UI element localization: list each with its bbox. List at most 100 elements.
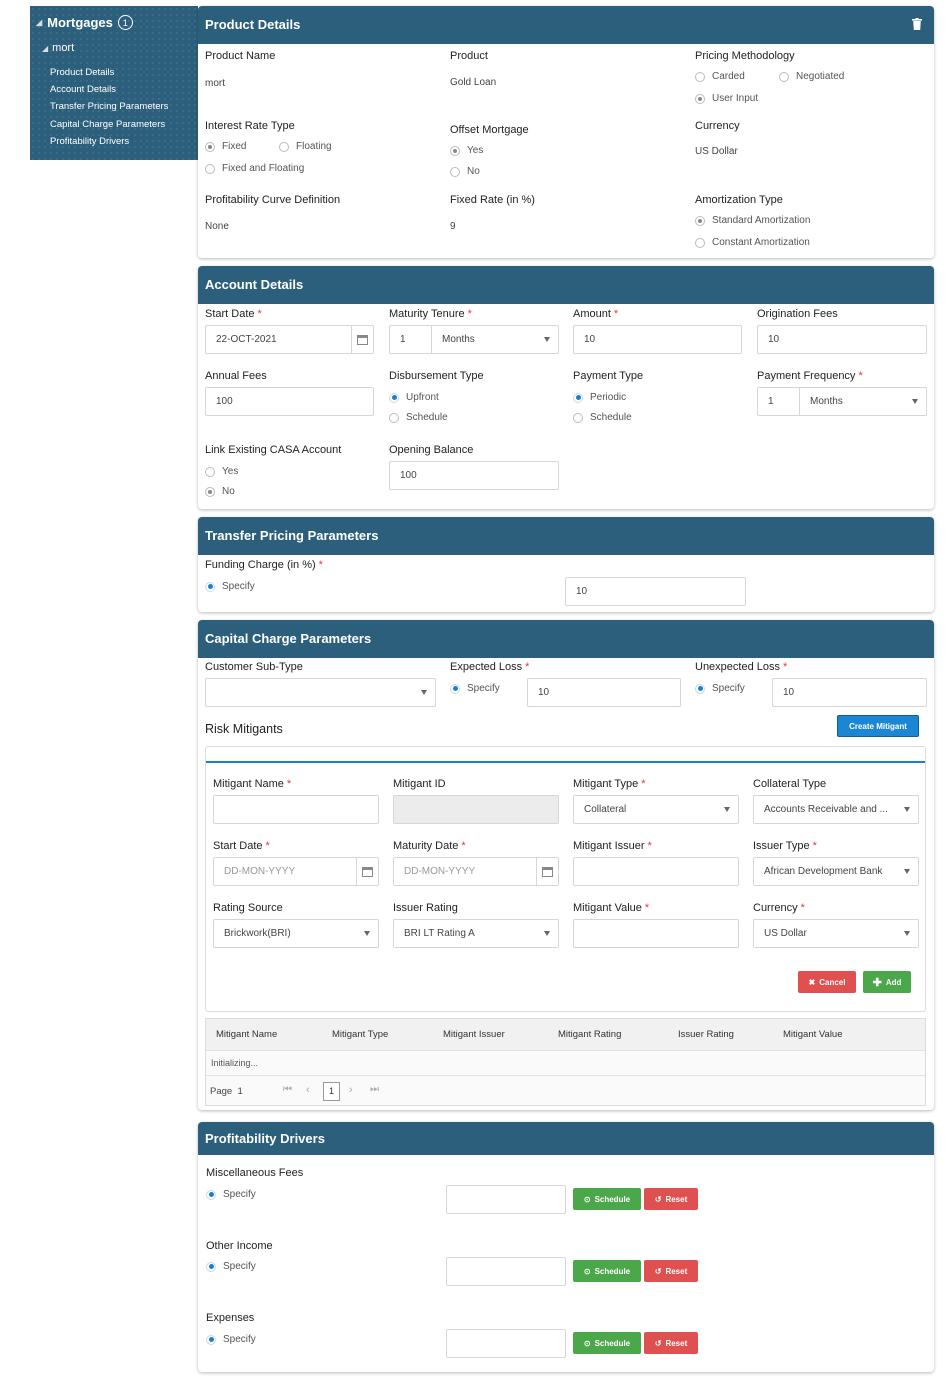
pager-next-icon[interactable]: ›: [349, 1084, 353, 1096]
calendar-icon[interactable]: [356, 858, 378, 885]
offset-no-radio[interactable]: No: [450, 166, 480, 177]
chevron-down-icon[interactable]: [904, 807, 910, 812]
annual-fees-label: Annual Fees: [205, 370, 267, 382]
expenses-schedule-button[interactable]: ⊙ Schedule: [573, 1332, 641, 1354]
nav-link-profitability-drivers[interactable]: Profitability Drivers: [50, 133, 168, 150]
misc-fees-reset-button[interactable]: ↺ Reset: [644, 1188, 698, 1210]
origination-fees-input[interactable]: 10: [757, 325, 927, 354]
disbursement-upfront-radio[interactable]: Upfront: [389, 392, 439, 403]
nav-sub-label: mort: [52, 42, 75, 54]
other-income-schedule-button[interactable]: ⊙ Schedule: [573, 1260, 641, 1282]
annual-fees-input[interactable]: 100: [205, 387, 374, 416]
collateral-type-select[interactable]: Accounts Receivable and ...: [753, 795, 919, 824]
nav-sub-item[interactable]: ◢ mort: [42, 42, 74, 54]
other-income-input[interactable]: [446, 1257, 566, 1286]
interest-fixed-radio[interactable]: Fixed: [205, 141, 246, 152]
chevron-down-icon[interactable]: [904, 869, 910, 874]
mitigant-currency-select[interactable]: US Dollar: [753, 919, 919, 948]
issuer-rating-select[interactable]: BRI LT Rating A: [393, 919, 559, 948]
calendar-icon[interactable]: [536, 858, 558, 885]
pager-last-icon[interactable]: ⏭: [370, 1084, 379, 1095]
product-details-card: Product Details Product Name mort Produc…: [198, 6, 934, 258]
chevron-down-icon[interactable]: [912, 399, 918, 404]
funding-specify-radio[interactable]: Specify: [205, 581, 255, 592]
mitigant-type-select[interactable]: Collateral: [573, 795, 739, 824]
grid-col-mitigant-value[interactable]: Mitigant Value: [783, 1029, 843, 1040]
offset-mortgage-label: Offset Mortgage: [450, 124, 529, 136]
product-label: Product: [450, 50, 488, 62]
expected-loss-input[interactable]: 10: [527, 678, 681, 707]
grid-col-issuer-rating[interactable]: Issuer Rating: [678, 1029, 734, 1040]
chevron-down-icon[interactable]: [544, 337, 550, 342]
mitigant-maturity-date-input[interactable]: DD-MON-YYYY: [393, 857, 559, 886]
pricing-user-input-radio[interactable]: User Input: [695, 93, 758, 104]
nav-link-product-details[interactable]: Product Details: [50, 64, 168, 81]
funding-charge-input[interactable]: 10: [565, 577, 746, 606]
chevron-down-icon[interactable]: [364, 931, 370, 936]
rating-source-select[interactable]: Brickwork(BRI): [213, 919, 379, 948]
mitigant-issuer-input[interactable]: [573, 857, 739, 886]
nav-link-transfer-pricing[interactable]: Transfer Pricing Parameters: [50, 98, 168, 115]
payfreq-unit-select[interactable]: Months: [810, 388, 843, 415]
nav-link-account-details[interactable]: Account Details: [50, 81, 168, 98]
amort-constant-radio[interactable]: Constant Amortization: [695, 237, 810, 248]
chevron-down-icon[interactable]: [544, 931, 550, 936]
unexpected-loss-input[interactable]: 10: [772, 678, 927, 707]
other-income-specify-radio[interactable]: Specify: [206, 1261, 256, 1272]
nav-link-capital-charge[interactable]: Capital Charge Parameters: [50, 116, 168, 133]
mitigant-value-input[interactable]: [573, 919, 739, 948]
expenses-input[interactable]: [446, 1329, 566, 1358]
tenure-unit-select[interactable]: Months: [442, 326, 475, 353]
collapse-triangle-icon[interactable]: ◢: [42, 44, 48, 53]
pager-current-page[interactable]: 1: [323, 1082, 340, 1101]
calendar-icon[interactable]: [351, 326, 373, 353]
mitigant-start-date-input[interactable]: DD-MON-YYYY: [213, 857, 379, 886]
cancel-button[interactable]: ✖ Cancel: [798, 971, 856, 993]
payment-schedule-radio[interactable]: Schedule: [573, 412, 632, 423]
grid-col-mitigant-rating[interactable]: Mitigant Rating: [558, 1029, 621, 1040]
misc-fees-specify-radio[interactable]: Specify: [206, 1189, 256, 1200]
chevron-down-icon[interactable]: [421, 690, 427, 695]
issuer-type-select[interactable]: African Development Bank: [753, 857, 919, 886]
expenses-specify-radio[interactable]: Specify: [206, 1334, 256, 1345]
nav-title[interactable]: ◢ Mortgages 1: [36, 15, 133, 30]
misc-fees-input[interactable]: [446, 1185, 566, 1214]
transfer-pricing-card: Transfer Pricing Parameters Funding Char…: [198, 517, 934, 612]
amort-standard-radio[interactable]: Standard Amortization: [695, 215, 810, 226]
pricing-negotiated-radio[interactable]: Negotiated: [779, 71, 844, 82]
opening-balance-input[interactable]: 100: [389, 461, 559, 490]
grid-col-mitigant-name[interactable]: Mitigant Name: [216, 1029, 277, 1040]
interest-fixed-floating-radio[interactable]: Fixed and Floating: [205, 163, 304, 174]
create-mitigant-button[interactable]: Create Mitigant: [837, 715, 919, 737]
pager-first-icon[interactable]: ⏮: [283, 1084, 292, 1095]
expenses-reset-button[interactable]: ↺ Reset: [644, 1332, 698, 1354]
interest-floating-radio[interactable]: Floating: [279, 141, 332, 152]
other-income-reset-button[interactable]: ↺ Reset: [644, 1260, 698, 1282]
transfer-pricing-header: Transfer Pricing Parameters: [198, 517, 934, 555]
pager-prev-icon[interactable]: ‹: [306, 1084, 310, 1096]
casa-yes-radio[interactable]: Yes: [205, 466, 238, 477]
chevron-down-icon[interactable]: [724, 807, 730, 812]
capital-charge-header: Capital Charge Parameters: [198, 620, 934, 658]
add-button[interactable]: ✚ Add: [863, 971, 911, 993]
grid-col-mitigant-type[interactable]: Mitigant Type: [332, 1029, 388, 1040]
misc-fees-schedule-button[interactable]: ⊙ Schedule: [573, 1188, 641, 1210]
unexpected-specify-radio[interactable]: Specify: [695, 683, 745, 694]
casa-no-radio[interactable]: No: [205, 486, 235, 497]
grid-col-mitigant-issuer[interactable]: Mitigant Issuer: [443, 1029, 505, 1040]
expected-specify-radio[interactable]: Specify: [450, 683, 500, 694]
start-date-input[interactable]: 22-OCT-2021: [205, 325, 374, 354]
chevron-down-icon[interactable]: [904, 931, 910, 936]
offset-yes-radio[interactable]: Yes: [450, 145, 483, 156]
amount-input[interactable]: 10: [573, 325, 742, 354]
disbursement-schedule-radio[interactable]: Schedule: [389, 412, 448, 423]
customer-subtype-select[interactable]: [205, 678, 436, 707]
pricing-carded-radio[interactable]: Carded: [695, 71, 745, 82]
collapse-triangle-icon[interactable]: ◢: [36, 18, 42, 27]
payment-frequency-input[interactable]: 1 Months: [757, 387, 927, 416]
trash-icon[interactable]: [912, 18, 922, 30]
payment-periodic-radio[interactable]: Periodic: [573, 392, 626, 403]
mitigant-name-input[interactable]: [213, 795, 379, 824]
maturity-tenure-input[interactable]: 1 Months: [389, 325, 559, 354]
maturity-tenure-label: Maturity Tenure *: [389, 308, 472, 320]
